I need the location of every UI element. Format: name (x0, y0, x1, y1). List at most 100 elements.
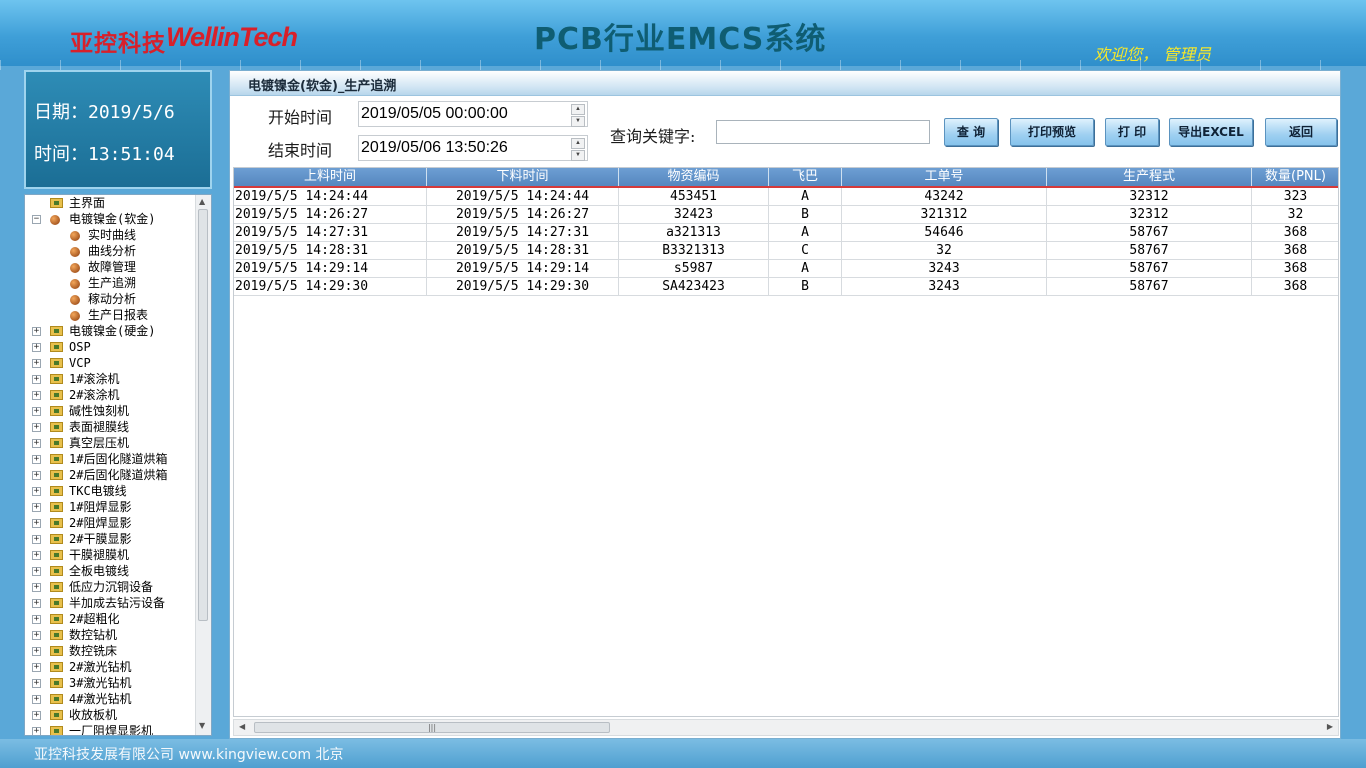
table-row[interactable]: 2019/5/5 14:26:27 2019/5/5 14:26:27 32423 B… (234, 206, 1338, 224)
tree-item[interactable]: + OSP (25, 339, 197, 355)
expand-icon[interactable]: + (32, 615, 41, 624)
expand-icon[interactable]: + (32, 407, 41, 416)
column-header[interactable]: 下料时间 (427, 168, 619, 186)
expand-icon[interactable]: + (32, 359, 41, 368)
expand-icon[interactable]: + (32, 535, 41, 544)
collapse-icon[interactable]: − (32, 215, 41, 224)
expand-icon[interactable]: + (32, 439, 41, 448)
expand-icon[interactable]: + (32, 503, 41, 512)
tree-item[interactable]: +2#激光钻机 (25, 659, 197, 675)
tree-item[interactable]: +1#阻焊显影 (25, 499, 197, 515)
tree-item[interactable]: 生产日报表 (25, 307, 197, 323)
tree-scrollbar[interactable]: ▲ ▼ (195, 195, 211, 735)
footer-text: 亚控科技发展有限公司 www.kingview.com 北京 (34, 747, 344, 763)
spin-down-icon[interactable]: ▼ (571, 116, 585, 127)
tree-item[interactable]: 稼动分析 (25, 291, 197, 307)
tree-item[interactable]: 故障管理 (25, 259, 197, 275)
tree-item[interactable]: + 电镀镍金(硬金) (25, 323, 197, 339)
expand-icon[interactable]: + (32, 583, 41, 592)
spin-up-icon[interactable]: ▲ (571, 138, 585, 149)
expand-icon[interactable]: + (32, 695, 41, 704)
column-header[interactable]: 上料时间 (234, 168, 427, 186)
tree-item[interactable]: + 表面褪膜线 (25, 419, 197, 435)
keyword-input[interactable] (716, 120, 930, 144)
print-preview-button[interactable]: 打印预览 (1010, 118, 1094, 146)
tree-item[interactable]: 实时曲线 (25, 227, 197, 243)
expand-icon[interactable]: + (32, 487, 41, 496)
table-row[interactable]: 2019/5/5 14:28:31 2019/5/5 14:28:31 B33213… (234, 242, 1338, 260)
expand-icon[interactable]: + (32, 375, 41, 384)
tree-item[interactable]: +2#阻焊显影 (25, 515, 197, 531)
tree-item[interactable]: 生产追溯 (25, 275, 197, 291)
tree-item[interactable]: + 数控铣床 (25, 643, 197, 659)
expand-icon[interactable]: + (32, 471, 41, 480)
tree-item[interactable]: + 真空层压机 (25, 435, 197, 451)
column-header[interactable]: 生产程式 (1047, 168, 1252, 186)
expand-icon[interactable]: + (32, 519, 41, 528)
column-header[interactable]: 数量(PNL) (1252, 168, 1338, 186)
tree-item[interactable]: 主界面 (25, 195, 197, 211)
table-row[interactable]: 2019/5/5 14:24:44 2019/5/5 14:24:44 453451… (234, 188, 1338, 206)
tree-item-label: 1#滚涂机 (69, 372, 120, 386)
expand-icon[interactable]: + (32, 679, 41, 688)
tree-item-label: 真空层压机 (69, 436, 130, 450)
expand-icon[interactable]: + (32, 599, 41, 608)
column-header[interactable]: 物资编码 (619, 168, 769, 186)
tree-item[interactable]: + 全板电镀线 (25, 563, 197, 579)
expand-icon[interactable]: + (32, 711, 41, 720)
tree-item[interactable]: − 电镀镍金(软金) (25, 211, 197, 227)
column-header[interactable]: 飞巴 (769, 168, 842, 186)
tree-item[interactable]: +3#激光钻机 (25, 675, 197, 691)
tree-item[interactable]: +4#激光钻机 (25, 691, 197, 707)
tree-item[interactable]: + 一厂阻焊显影机 (25, 723, 197, 735)
tree-item[interactable]: 曲线分析 (25, 243, 197, 259)
scroll-up-icon[interactable]: ▲ (199, 197, 205, 206)
table-row[interactable]: 2019/5/5 14:27:31 2019/5/5 14:27:31 a32131… (234, 224, 1338, 242)
export-excel-button[interactable]: 导出EXCEL (1169, 118, 1253, 146)
scroll-right-icon[interactable]: ▶ (1327, 722, 1333, 731)
tree-item[interactable]: +1#滚涂机 (25, 371, 197, 387)
expand-icon[interactable]: + (32, 567, 41, 576)
expand-icon[interactable]: + (32, 423, 41, 432)
tree-item[interactable]: +2#超粗化 (25, 611, 197, 627)
column-header[interactable]: 工单号 (842, 168, 1047, 186)
query-button[interactable]: 查 询 (944, 118, 998, 146)
expand-icon[interactable]: + (32, 455, 41, 464)
start-time-field[interactable]: 2019/05/05 00:00:00 ▲ ▼ (358, 101, 588, 127)
scroll-left-icon[interactable]: ◀ (239, 722, 245, 731)
table-row[interactable]: 2019/5/5 14:29:14 2019/5/5 14:29:14 s5987 A… (234, 260, 1338, 278)
table-cell: a321313 (619, 224, 769, 242)
expand-icon[interactable]: + (32, 663, 41, 672)
tree-item[interactable]: + 半加成去钻污设备 (25, 595, 197, 611)
table-hscrollbar-thumb[interactable]: ||| (254, 722, 610, 733)
spin-up-icon[interactable]: ▲ (571, 104, 585, 115)
expand-icon[interactable]: + (32, 647, 41, 656)
expand-icon[interactable]: + (32, 343, 41, 352)
tree-item[interactable]: + 干膜褪膜机 (25, 547, 197, 563)
tree-item[interactable]: + 碱性蚀刻机 (25, 403, 197, 419)
tree-item[interactable]: + TKC电镀线 (25, 483, 197, 499)
table-row[interactable]: 2019/5/5 14:29:30 2019/5/5 14:29:30 SA4234… (234, 278, 1338, 296)
expand-icon[interactable]: + (32, 631, 41, 640)
expand-icon[interactable]: + (32, 391, 41, 400)
end-time-field[interactable]: 2019/05/06 13:50:26 ▲ ▼ (358, 135, 588, 161)
tree-item[interactable]: + 低应力沉铜设备 (25, 579, 197, 595)
back-button[interactable]: 返回 (1265, 118, 1337, 146)
start-time-spinner[interactable]: ▲ ▼ (571, 104, 585, 127)
table-hscrollbar[interactable]: ◀ ||| ▶ (233, 719, 1339, 736)
tree-item[interactable]: +1#后固化隧道烘箱 (25, 451, 197, 467)
expand-icon[interactable]: + (32, 327, 41, 336)
print-button[interactable]: 打 印 (1105, 118, 1159, 146)
tree-item[interactable]: + 数控钻机 (25, 627, 197, 643)
expand-icon[interactable]: + (32, 727, 41, 735)
end-time-spinner[interactable]: ▲ ▼ (571, 138, 585, 161)
expand-icon[interactable]: + (32, 551, 41, 560)
tree-item[interactable]: +2#干膜显影 (25, 531, 197, 547)
tree-item[interactable]: +2#滚涂机 (25, 387, 197, 403)
tree-item[interactable]: + 收放板机 (25, 707, 197, 723)
tree-item[interactable]: +2#后固化隧道烘箱 (25, 467, 197, 483)
spin-down-icon[interactable]: ▼ (571, 150, 585, 161)
scroll-down-icon[interactable]: ▼ (199, 721, 205, 730)
tree-scrollbar-thumb[interactable] (198, 209, 208, 621)
tree-item[interactable]: + VCP (25, 355, 197, 371)
